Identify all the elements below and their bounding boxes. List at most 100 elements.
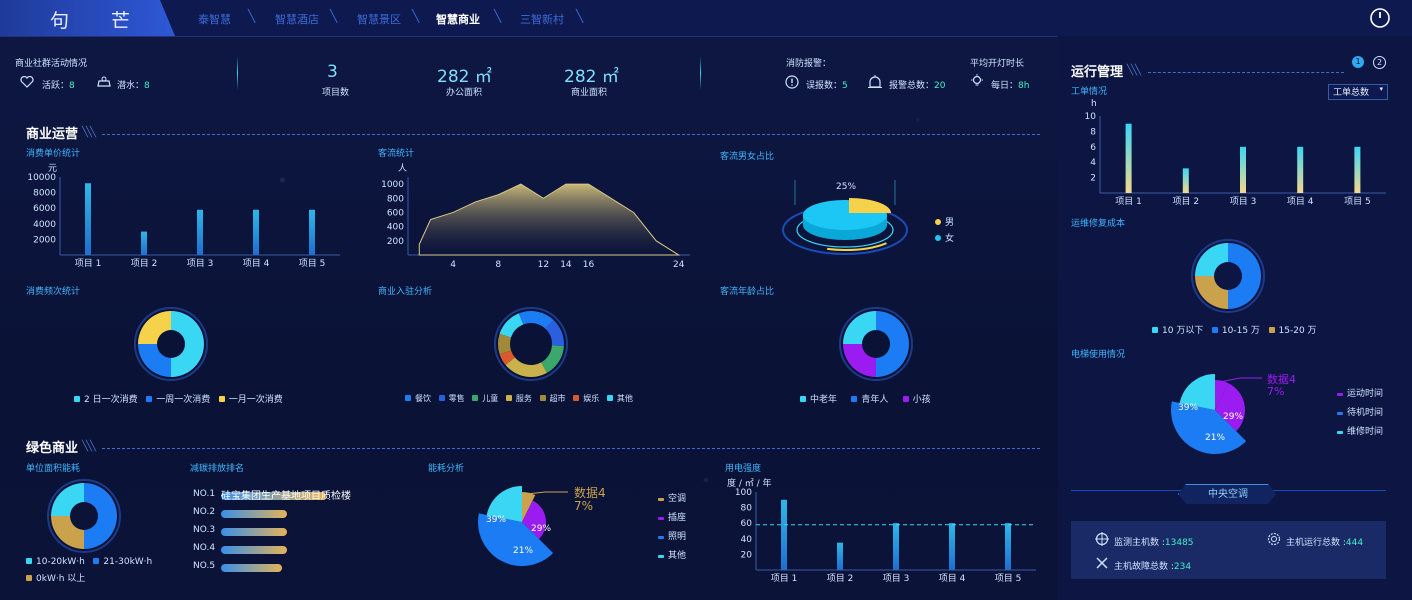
- rank-label: NO.5: [193, 561, 216, 571]
- legend-label: 服务: [515, 394, 532, 403]
- work-orders-y-tick: 2: [1090, 174, 1096, 184]
- legend-item: 其他: [658, 547, 686, 566]
- wrench-icon: [1096, 557, 1108, 569]
- rank-label: NO.3: [193, 525, 216, 535]
- unit-energy-slice: [51, 516, 84, 549]
- legend-item: 运动时间: [1337, 385, 1383, 404]
- energy-pct-3: 21%: [513, 546, 534, 556]
- flow-y-tick: 400: [387, 223, 404, 233]
- page-1-button[interactable]: 1: [1352, 56, 1364, 68]
- elevator-pct-2: 29%: [1223, 412, 1244, 422]
- work-orders-x-tick: 项目 4: [1287, 196, 1314, 207]
- legend-male: 男: [935, 215, 954, 228]
- flow-y-tick: 1000: [381, 180, 404, 190]
- fault-stat: 主机故障总数 :234: [1114, 559, 1191, 572]
- unit-price-x-tick: 项目 2: [131, 258, 158, 269]
- power-unit: 度 / ㎡ / 年: [727, 479, 772, 489]
- work-orders-bar: [1240, 146, 1246, 193]
- legend-label: 2 日一次消费: [84, 395, 138, 405]
- occupancy-title: 商业入驻分析: [378, 287, 433, 297]
- legend-label: 一周一次消费: [156, 395, 211, 405]
- age-legend: 中老年 青年人 小孩: [800, 392, 931, 405]
- energy-callout-line: [526, 491, 568, 495]
- monitor-value: 13485: [1164, 538, 1194, 548]
- legend-label: 10 万以下: [1162, 326, 1204, 336]
- power-y-tick: 40: [741, 535, 753, 545]
- unit-price-y-tick: 10000: [27, 173, 56, 183]
- maint-legend: 10 万以下 10-15 万 15-20 万: [1152, 323, 1317, 336]
- legend-label: 空调: [668, 494, 687, 504]
- unit-energy-title: 单位面积能耗: [26, 464, 81, 474]
- unit-price-bar: [197, 209, 203, 255]
- legend-label: 中老年: [810, 395, 838, 405]
- carbon-rank-row: NO.3: [193, 525, 363, 543]
- unit-price-x-tick: 项目 4: [243, 258, 270, 269]
- flow-x-tick: 4: [450, 260, 456, 270]
- section-divider: [1148, 72, 1344, 73]
- elevator-legend: 运动时间 待机时间 维修时间: [1337, 385, 1383, 442]
- energy-legend: 空调 插座 照明 其他: [658, 490, 686, 566]
- energy-pct-2: 29%: [531, 524, 552, 534]
- rank-label: NO.2: [193, 507, 216, 517]
- unit-price-x-tick: 项目 5: [299, 258, 326, 269]
- work-orders-bar: [1125, 123, 1132, 193]
- energy-analysis-title: 能耗分析: [428, 464, 465, 474]
- unit-price-y-tick: 2000: [33, 235, 56, 245]
- legend-male-label: 男: [945, 218, 955, 228]
- legend-label: 儿童: [482, 394, 499, 403]
- rank-name: 硅宝集团生产基地项目质检楼: [221, 491, 351, 502]
- fault-value: 234: [1173, 562, 1192, 572]
- page-2-button[interactable]: 2: [1373, 56, 1386, 69]
- ops-mgmt-title: 运行管理: [1071, 65, 1124, 80]
- work-orders-x-tick: 项目 3: [1230, 196, 1257, 207]
- running-value: 444: [1345, 538, 1364, 548]
- rank-bar: [221, 546, 287, 554]
- legend-label: 插座: [668, 513, 687, 523]
- legend-label: 21-30kW·h: [103, 557, 153, 567]
- monitor-stat: 监测主机数 :13485: [1114, 535, 1194, 548]
- legend-label: 运动时间: [1347, 389, 1384, 399]
- legend-label: 超市: [549, 394, 566, 403]
- rank-bar: [221, 564, 282, 572]
- power-x-tick: 项目 5: [995, 573, 1022, 584]
- carbon-rank-row: NO.1 硅宝集团生产基地项目质检楼: [193, 489, 363, 507]
- unit-price-bar: [85, 183, 91, 255]
- frequency-slice: [138, 311, 171, 344]
- occupancy-slice: [499, 313, 524, 338]
- legend-label: 其他: [616, 394, 633, 403]
- flow-x-tick: 12: [538, 260, 549, 270]
- power-x-tick: 项目 4: [939, 573, 966, 584]
- power-y-tick: 60: [741, 519, 753, 529]
- elevator-pct-1: 39%: [1178, 403, 1199, 413]
- gender-pct-label: 25%: [836, 182, 857, 192]
- central-ac-button[interactable]: 中央空调: [1178, 484, 1276, 504]
- carbon-rank-list: NO.1 硅宝集团生产基地项目质检楼 NO.2 NO.3 NO.4 NO.5: [193, 489, 363, 579]
- power-x-tick: 项目 2: [827, 573, 854, 584]
- section-divider: [102, 448, 1040, 449]
- fault-label: 主机故障总数 :: [1114, 562, 1174, 572]
- power-strength-title: 用电强度: [725, 464, 762, 474]
- elevator-title: 电梯使用情况: [1071, 350, 1126, 360]
- rank-bar: [221, 528, 287, 536]
- legend-label: 照明: [668, 532, 687, 542]
- unit-price-y-tick: 4000: [33, 220, 56, 230]
- maint-cost-title: 运维修复成本: [1071, 219, 1126, 229]
- legend-label: 维修时间: [1347, 427, 1384, 437]
- flow-unit: 人: [398, 164, 408, 174]
- unit-price-x-tick: 项目 3: [187, 258, 214, 269]
- legend-label: 其他: [668, 551, 687, 561]
- unit-price-bar: [253, 209, 259, 255]
- legend-item: 待机时间: [1337, 404, 1383, 423]
- work-orders-unit: h: [1091, 99, 1097, 109]
- work-orders-x-tick: 项目 1: [1115, 196, 1142, 207]
- work-orders-bar: [1297, 146, 1304, 193]
- maint-slice: [1195, 276, 1228, 309]
- unit-energy-legend-2: 0kW·h 以上: [26, 571, 85, 584]
- power-bar: [893, 523, 899, 570]
- work-orders-dropdown[interactable]: 工单总数 ▾: [1328, 84, 1388, 100]
- legend-label: 小孩: [912, 395, 931, 405]
- energy-callout-pct: 7%: [574, 499, 594, 513]
- flow-y-tick: 200: [387, 237, 404, 247]
- power-y-tick: 80: [741, 504, 753, 514]
- flow-y-tick: 600: [387, 208, 404, 218]
